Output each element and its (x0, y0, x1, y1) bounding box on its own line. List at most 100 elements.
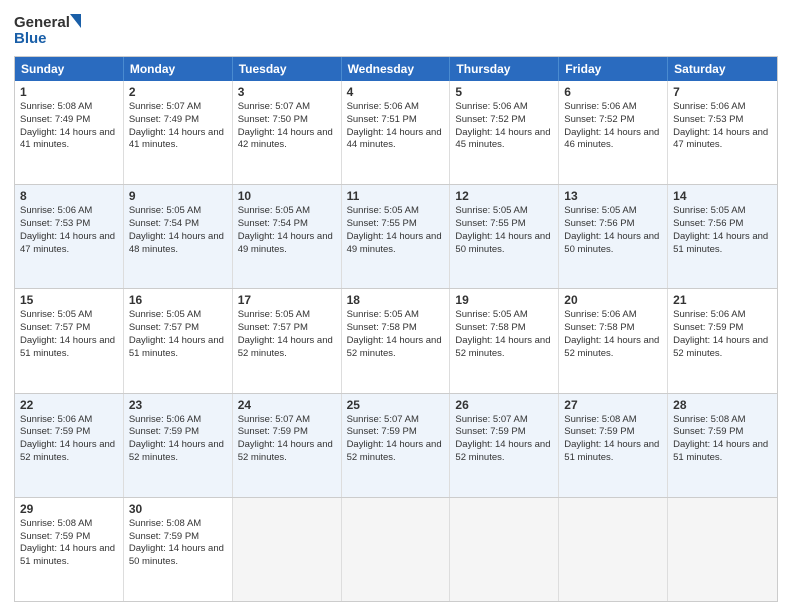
cell-info: Sunrise: 5:07 AMSunset: 7:49 PMDaylight:… (129, 101, 227, 152)
cell-info: Sunrise: 5:05 AMSunset: 7:57 PMDaylight:… (129, 309, 227, 360)
calendar-cell: 26 Sunrise: 5:07 AMSunset: 7:59 PMDayligh… (450, 394, 559, 497)
calendar-cell: 19 Sunrise: 5:05 AMSunset: 7:58 PMDayligh… (450, 289, 559, 392)
header-day: Friday (559, 57, 668, 81)
calendar-cell (668, 498, 777, 601)
cell-day-number: 14 (673, 189, 772, 203)
calendar-cell: 14 Sunrise: 5:05 AMSunset: 7:56 PMDayligh… (668, 185, 777, 288)
calendar-cell: 15 Sunrise: 5:05 AMSunset: 7:57 PMDayligh… (15, 289, 124, 392)
cell-day-number: 26 (455, 398, 553, 412)
cell-info: Sunrise: 5:05 AMSunset: 7:58 PMDaylight:… (455, 309, 553, 360)
cell-info: Sunrise: 5:05 AMSunset: 7:54 PMDaylight:… (238, 205, 336, 256)
calendar-cell: 13 Sunrise: 5:05 AMSunset: 7:56 PMDayligh… (559, 185, 668, 288)
calendar-cell: 4 Sunrise: 5:06 AMSunset: 7:51 PMDaylight… (342, 81, 451, 184)
cell-info: Sunrise: 5:07 AMSunset: 7:59 PMDaylight:… (347, 414, 445, 465)
calendar-cell (233, 498, 342, 601)
calendar-header: SundayMondayTuesdayWednesdayThursdayFrid… (15, 57, 777, 81)
cell-day-number: 6 (564, 85, 662, 99)
cell-day-number: 2 (129, 85, 227, 99)
calendar-cell: 17 Sunrise: 5:05 AMSunset: 7:57 PMDayligh… (233, 289, 342, 392)
cell-day-number: 15 (20, 293, 118, 307)
svg-text:Blue: Blue (14, 30, 47, 47)
cell-day-number: 7 (673, 85, 772, 99)
calendar-cell: 1 Sunrise: 5:08 AMSunset: 7:49 PMDaylight… (15, 81, 124, 184)
cell-day-number: 16 (129, 293, 227, 307)
calendar-cell: 3 Sunrise: 5:07 AMSunset: 7:50 PMDaylight… (233, 81, 342, 184)
cell-day-number: 1 (20, 85, 118, 99)
cell-info: Sunrise: 5:05 AMSunset: 7:58 PMDaylight:… (347, 309, 445, 360)
calendar-row: 22 Sunrise: 5:06 AMSunset: 7:59 PMDayligh… (15, 393, 777, 497)
cell-info: Sunrise: 5:08 AMSunset: 7:59 PMDaylight:… (673, 414, 772, 465)
cell-info: Sunrise: 5:06 AMSunset: 7:59 PMDaylight:… (673, 309, 772, 360)
calendar-row: 1 Sunrise: 5:08 AMSunset: 7:49 PMDaylight… (15, 81, 777, 184)
cell-info: Sunrise: 5:05 AMSunset: 7:56 PMDaylight:… (673, 205, 772, 256)
cell-day-number: 29 (20, 502, 118, 516)
calendar-body: 1 Sunrise: 5:08 AMSunset: 7:49 PMDaylight… (15, 81, 777, 601)
cell-day-number: 19 (455, 293, 553, 307)
calendar-cell (450, 498, 559, 601)
cell-day-number: 18 (347, 293, 445, 307)
cell-day-number: 22 (20, 398, 118, 412)
cell-day-number: 4 (347, 85, 445, 99)
calendar-cell: 7 Sunrise: 5:06 AMSunset: 7:53 PMDaylight… (668, 81, 777, 184)
calendar-row: 15 Sunrise: 5:05 AMSunset: 7:57 PMDayligh… (15, 288, 777, 392)
calendar-cell: 2 Sunrise: 5:07 AMSunset: 7:49 PMDaylight… (124, 81, 233, 184)
cell-day-number: 13 (564, 189, 662, 203)
cell-info: Sunrise: 5:05 AMSunset: 7:54 PMDaylight:… (129, 205, 227, 256)
cell-day-number: 10 (238, 189, 336, 203)
cell-info: Sunrise: 5:07 AMSunset: 7:59 PMDaylight:… (455, 414, 553, 465)
header-day: Sunday (15, 57, 124, 81)
header-day: Saturday (668, 57, 777, 81)
cell-day-number: 5 (455, 85, 553, 99)
page: GeneralBlue SundayMondayTuesdayWednesday… (0, 0, 792, 612)
logo-svg: GeneralBlue (14, 10, 84, 48)
calendar-cell: 20 Sunrise: 5:06 AMSunset: 7:58 PMDayligh… (559, 289, 668, 392)
calendar-cell: 27Sunrise: 5:08 AMSunset: 7:59 PMDayligh… (559, 394, 668, 497)
logo: GeneralBlue (14, 10, 84, 48)
cell-day-number: 8 (20, 189, 118, 203)
cell-info: Sunrise: 5:05 AMSunset: 7:57 PMDaylight:… (20, 309, 118, 360)
cell-info: Sunrise: 5:05 AMSunset: 7:55 PMDaylight:… (455, 205, 553, 256)
cell-info: Sunrise: 5:06 AMSunset: 7:59 PMDaylight:… (20, 414, 118, 465)
cell-day-number: 25 (347, 398, 445, 412)
calendar-cell: 6 Sunrise: 5:06 AMSunset: 7:52 PMDaylight… (559, 81, 668, 184)
calendar-cell: 18 Sunrise: 5:05 AMSunset: 7:58 PMDayligh… (342, 289, 451, 392)
header-day: Monday (124, 57, 233, 81)
cell-info: Sunrise: 5:06 AMSunset: 7:52 PMDaylight:… (564, 101, 662, 152)
cell-info: Sunrise: 5:05 AMSunset: 7:55 PMDaylight:… (347, 205, 445, 256)
cell-day-number: 3 (238, 85, 336, 99)
cell-info: Sunrise: 5:05 AMSunset: 7:57 PMDaylight:… (238, 309, 336, 360)
cell-info: Sunrise: 5:06 AMSunset: 7:52 PMDaylight:… (455, 101, 553, 152)
calendar-row: 8 Sunrise: 5:06 AMSunset: 7:53 PMDaylight… (15, 184, 777, 288)
calendar-cell: 29Sunrise: 5:08 AMSunset: 7:59 PMDayligh… (15, 498, 124, 601)
cell-info: Sunrise: 5:06 AMSunset: 7:58 PMDaylight:… (564, 309, 662, 360)
cell-info: Sunrise: 5:05 AMSunset: 7:56 PMDaylight:… (564, 205, 662, 256)
cell-info: Sunrise: 5:06 AMSunset: 7:59 PMDaylight:… (129, 414, 227, 465)
calendar-cell: 8 Sunrise: 5:06 AMSunset: 7:53 PMDaylight… (15, 185, 124, 288)
cell-day-number: 17 (238, 293, 336, 307)
cell-info: Sunrise: 5:06 AMSunset: 7:53 PMDaylight:… (20, 205, 118, 256)
cell-info: Sunrise: 5:08 AMSunset: 7:49 PMDaylight:… (20, 101, 118, 152)
cell-day-number: 12 (455, 189, 553, 203)
calendar-cell: 22 Sunrise: 5:06 AMSunset: 7:59 PMDayligh… (15, 394, 124, 497)
cell-info: Sunrise: 5:08 AMSunset: 7:59 PMDaylight:… (564, 414, 662, 465)
cell-info: Sunrise: 5:07 AMSunset: 7:50 PMDaylight:… (238, 101, 336, 152)
cell-info: Sunrise: 5:08 AMSunset: 7:59 PMDaylight:… (129, 518, 227, 569)
header-day: Wednesday (342, 57, 451, 81)
calendar-cell: 10 Sunrise: 5:05 AMSunset: 7:54 PMDayligh… (233, 185, 342, 288)
calendar-cell (559, 498, 668, 601)
cell-day-number: 21 (673, 293, 772, 307)
calendar-cell: 25 Sunrise: 5:07 AMSunset: 7:59 PMDayligh… (342, 394, 451, 497)
header: GeneralBlue (14, 10, 778, 48)
calendar-cell: 30Sunrise: 5:08 AMSunset: 7:59 PMDayligh… (124, 498, 233, 601)
cell-info: Sunrise: 5:06 AMSunset: 7:53 PMDaylight:… (673, 101, 772, 152)
cell-info: Sunrise: 5:06 AMSunset: 7:51 PMDaylight:… (347, 101, 445, 152)
cell-day-number: 23 (129, 398, 227, 412)
header-day: Tuesday (233, 57, 342, 81)
calendar-cell: 28Sunrise: 5:08 AMSunset: 7:59 PMDayligh… (668, 394, 777, 497)
calendar-cell (342, 498, 451, 601)
calendar-cell: 9Sunrise: 5:05 AMSunset: 7:54 PMDaylight… (124, 185, 233, 288)
cell-day-number: 11 (347, 189, 445, 203)
cell-day-number: 24 (238, 398, 336, 412)
cell-day-number: 20 (564, 293, 662, 307)
calendar-cell: 11 Sunrise: 5:05 AMSunset: 7:55 PMDayligh… (342, 185, 451, 288)
